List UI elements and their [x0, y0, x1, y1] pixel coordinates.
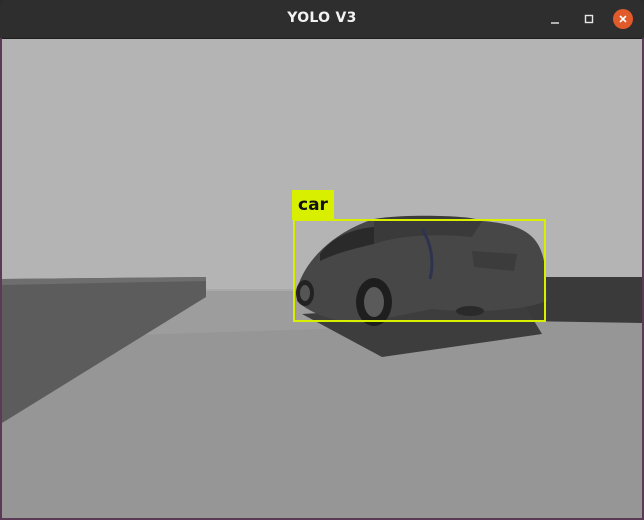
title-bar[interactable]: YOLO V3	[0, 0, 644, 39]
minimize-icon	[551, 22, 559, 24]
close-button[interactable]	[613, 9, 633, 29]
app-window: YOLO V3 car	[0, 0, 644, 520]
maximize-icon	[584, 14, 594, 24]
close-icon	[619, 15, 627, 23]
camera-view: car	[2, 39, 642, 518]
minimize-button[interactable]	[545, 9, 565, 29]
maximize-button[interactable]	[579, 9, 599, 29]
detection-label: car	[292, 190, 334, 220]
detection-box	[293, 219, 546, 322]
